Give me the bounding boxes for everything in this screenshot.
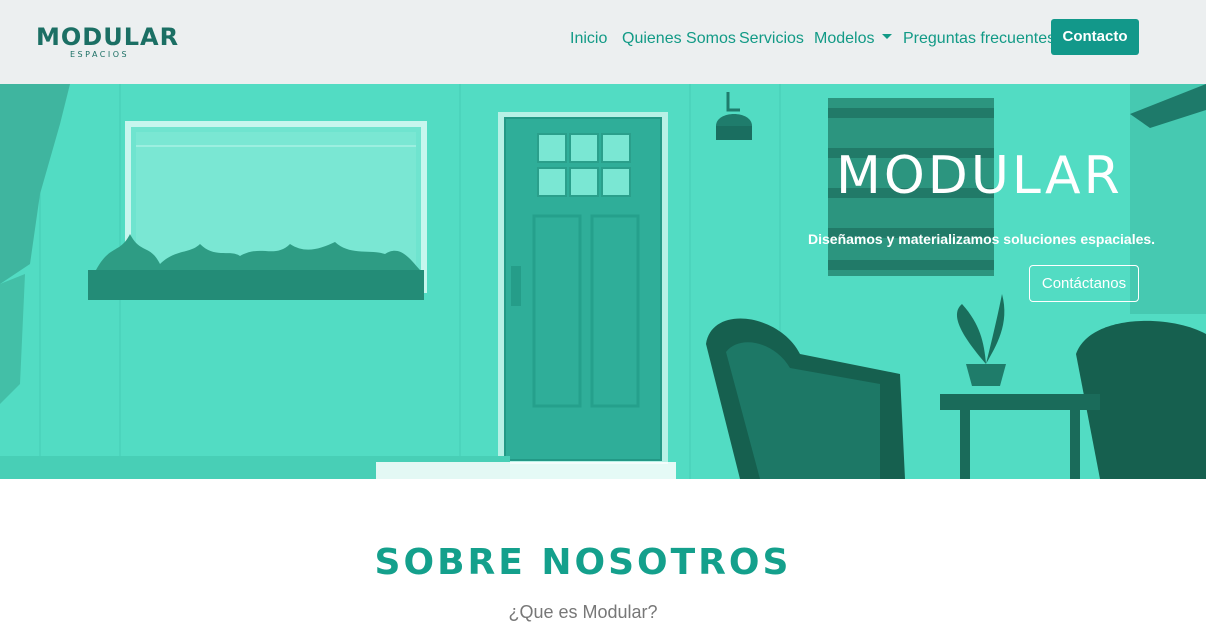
- nav-preguntas-frecuentes[interactable]: Preguntas frecuentes: [903, 28, 1055, 50]
- nav-quienes-somos[interactable]: Quienes Somos: [622, 28, 736, 50]
- hero-title: MODULAR: [836, 146, 1123, 206]
- about-subtitle: ¿Que es Modular?: [508, 602, 658, 622]
- hero-subtitle: Diseñamos y materializamos soluciones es…: [808, 231, 1156, 247]
- chevron-down-icon: [882, 34, 893, 40]
- contact-button[interactable]: Contacto: [1051, 19, 1139, 55]
- hero-background-image: [0, 84, 1206, 479]
- hero-contact-button[interactable]: Contáctanos: [1029, 265, 1139, 302]
- nav-inicio[interactable]: Inicio: [570, 28, 607, 50]
- nav-modelos-label: Modelos: [814, 30, 875, 47]
- hero-banner: MODULAR Diseñamos y materializamos soluc…: [0, 84, 1206, 479]
- navbar: MODULAR ESPACIOS Inicio Quienes Somos Se…: [0, 0, 1206, 84]
- nav-modelos-dropdown[interactable]: Modelos: [814, 28, 893, 50]
- logo-tagline: ESPACIOS: [70, 50, 130, 59]
- brand-logo[interactable]: MODULAR ESPACIOS: [36, 23, 180, 64]
- logo-wordmark: MODULAR: [36, 23, 180, 51]
- about-title: SOBRE NOSOTROS: [374, 542, 792, 583]
- nav-servicios[interactable]: Servicios: [739, 28, 804, 50]
